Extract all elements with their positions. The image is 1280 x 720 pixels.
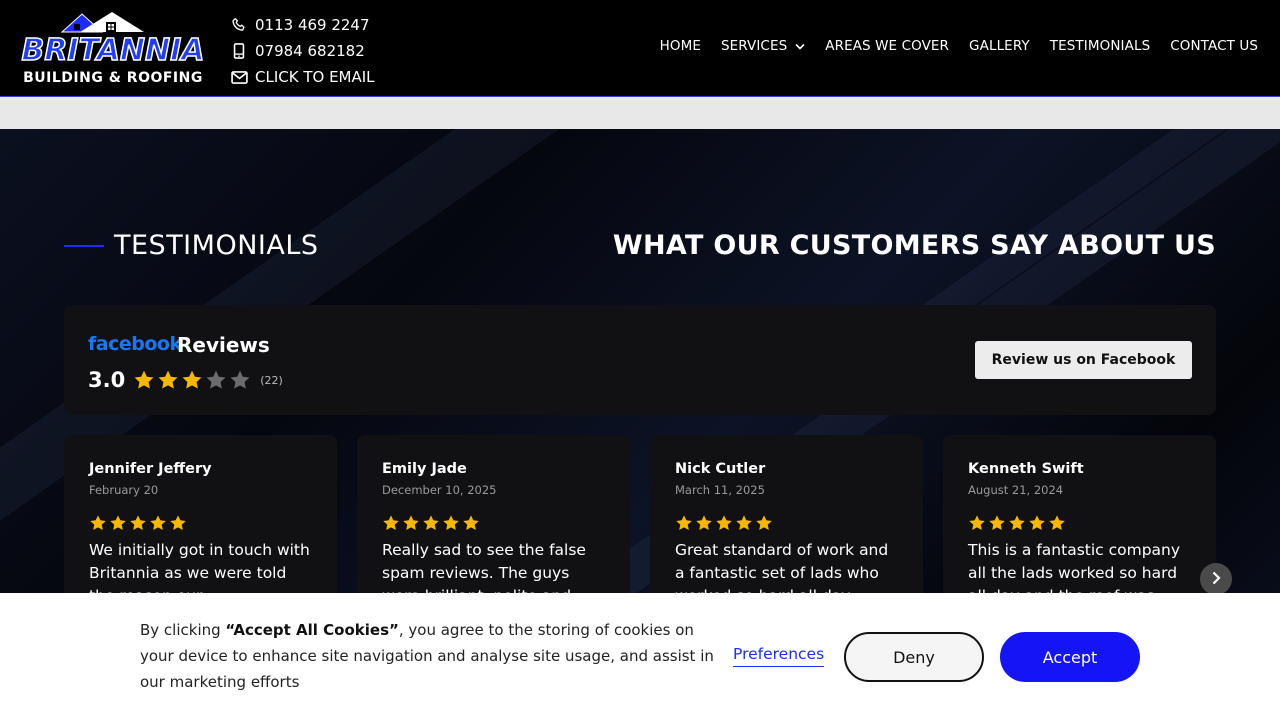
review-stars	[89, 514, 189, 532]
email-text: CLICK TO EMAIL	[255, 68, 375, 86]
nav-contact[interactable]: CONTACT US	[1170, 38, 1258, 54]
review-card[interactable]: Nick Cutler March 11, 2025 Great standar…	[650, 435, 923, 605]
nav-contact-label: CONTACT US	[1170, 38, 1258, 54]
section-label-line	[64, 244, 104, 247]
review-stars	[968, 514, 1068, 532]
star-filled-icon	[463, 515, 479, 530]
cookie-message-prefix: By clicking	[140, 621, 226, 639]
star-filled-icon	[403, 515, 419, 530]
star-filled-icon	[696, 515, 712, 530]
review-date: February 20	[89, 483, 159, 497]
nav-testimonials[interactable]: TESTIMONIALS	[1050, 38, 1150, 54]
cookie-message: By clicking “Accept All Cookies”, you ag…	[140, 617, 720, 695]
section-label: TESTIMONIALS	[64, 230, 319, 261]
review-date: August 21, 2024	[968, 483, 1064, 497]
star-filled-icon	[716, 515, 732, 530]
review-stars	[382, 514, 482, 532]
cookie-preferences-link[interactable]: Preferences	[733, 645, 825, 667]
britannia-logo[interactable]: BRITANNIA BUILDING & ROOFING	[12, 10, 214, 88]
main-nav: HOME SERVICES AREAS WE COVER GALLERY TES…	[640, 38, 1258, 54]
reviews-summary: facebook Reviews 3.0 (22) Review us on F…	[64, 305, 1216, 415]
phone-icon	[230, 16, 248, 34]
review-date: March 11, 2025	[675, 483, 765, 497]
nav-areas[interactable]: AREAS WE COVER	[825, 38, 949, 54]
review-card[interactable]: Kenneth Swift August 21, 2024 This is a …	[943, 435, 1216, 605]
contact-list: 0113 469 2247 07984 682182 CLICK TO EMAI…	[230, 12, 375, 90]
star-filled-icon	[676, 515, 692, 530]
cookie-message-bold: “Accept All Cookies”	[225, 621, 399, 639]
reviewer-name: Kenneth Swift	[968, 461, 1084, 477]
chevron-right-icon	[1211, 570, 1221, 589]
nav-services[interactable]: SERVICES	[721, 38, 805, 54]
star-filled-icon	[90, 515, 106, 530]
star-filled-icon	[1009, 515, 1025, 530]
star-filled-icon	[756, 515, 772, 530]
star-filled-icon	[182, 370, 202, 389]
cookie-accept-button[interactable]: Accept	[1000, 632, 1140, 682]
facebook-logo: facebook	[88, 333, 182, 355]
star-empty-icon	[230, 370, 250, 389]
mobile-link[interactable]: 07984 682182	[230, 38, 375, 64]
nav-gallery-label: GALLERY	[969, 38, 1030, 54]
star-filled-icon	[170, 515, 186, 530]
section-heading: WHAT OUR CUSTOMERS SAY ABOUT US	[612, 230, 1216, 261]
review-count: (22)	[260, 373, 283, 387]
star-filled-icon	[110, 515, 126, 530]
star-filled-icon	[1029, 515, 1045, 530]
review-stars	[675, 514, 775, 532]
nav-home-label: HOME	[659, 38, 701, 54]
overall-rating: 3.0 (22)	[88, 368, 283, 392]
site-header: BRITANNIA BUILDING & ROOFING 0113 469 22…	[0, 0, 1280, 97]
chevron-down-icon	[795, 38, 805, 54]
gray-band	[0, 97, 1280, 129]
star-empty-icon	[206, 370, 226, 389]
envelope-icon	[230, 68, 248, 86]
star-filled-icon	[969, 515, 985, 530]
review-card[interactable]: Jennifer Jeffery February 20 We initiall…	[64, 435, 337, 605]
phone-number: 0113 469 2247	[255, 16, 370, 34]
star-filled-icon	[158, 370, 178, 389]
logo-sub-text: BUILDING & ROOFING	[23, 70, 203, 86]
star-filled-icon	[130, 515, 146, 530]
email-link[interactable]: CLICK TO EMAIL	[230, 64, 375, 90]
reviewer-name: Emily Jade	[382, 461, 467, 477]
reviewer-name: Jennifer Jeffery	[89, 461, 212, 477]
star-filled-icon	[383, 515, 399, 530]
star-filled-icon	[443, 515, 459, 530]
carousel-next-button[interactable]	[1200, 563, 1232, 595]
rating-stars	[133, 369, 253, 391]
section-label-text: TESTIMONIALS	[114, 230, 319, 261]
star-filled-icon	[736, 515, 752, 530]
star-filled-icon	[1049, 515, 1065, 530]
review-us-button[interactable]: Review us on Facebook	[975, 341, 1192, 379]
rating-score: 3.0	[88, 368, 126, 392]
logo-brand-text: BRITANNIA	[21, 33, 206, 68]
star-filled-icon	[989, 515, 1005, 530]
reviews-title: Reviews	[177, 333, 270, 357]
nav-home[interactable]: HOME	[660, 38, 701, 54]
reviewer-name: Nick Cutler	[675, 461, 766, 477]
nav-areas-label: AREAS WE COVER	[825, 38, 950, 54]
cookie-banner: By clicking “Accept All Cookies”, you ag…	[0, 593, 1280, 720]
star-filled-icon	[150, 515, 166, 530]
mobile-icon	[230, 42, 248, 60]
phone-link[interactable]: 0113 469 2247	[230, 12, 375, 38]
star-filled-icon	[134, 370, 154, 389]
cookie-deny-button[interactable]: Deny	[844, 632, 984, 682]
nav-gallery[interactable]: GALLERY	[969, 38, 1030, 54]
mobile-number: 07984 682182	[255, 42, 365, 60]
star-filled-icon	[423, 515, 439, 530]
nav-services-label: SERVICES	[720, 38, 788, 54]
review-date: December 10, 2025	[382, 483, 497, 497]
nav-testimonials-label: TESTIMONIALS	[1049, 38, 1151, 54]
review-card[interactable]: Emily Jade December 10, 2025 Really sad …	[357, 435, 630, 605]
